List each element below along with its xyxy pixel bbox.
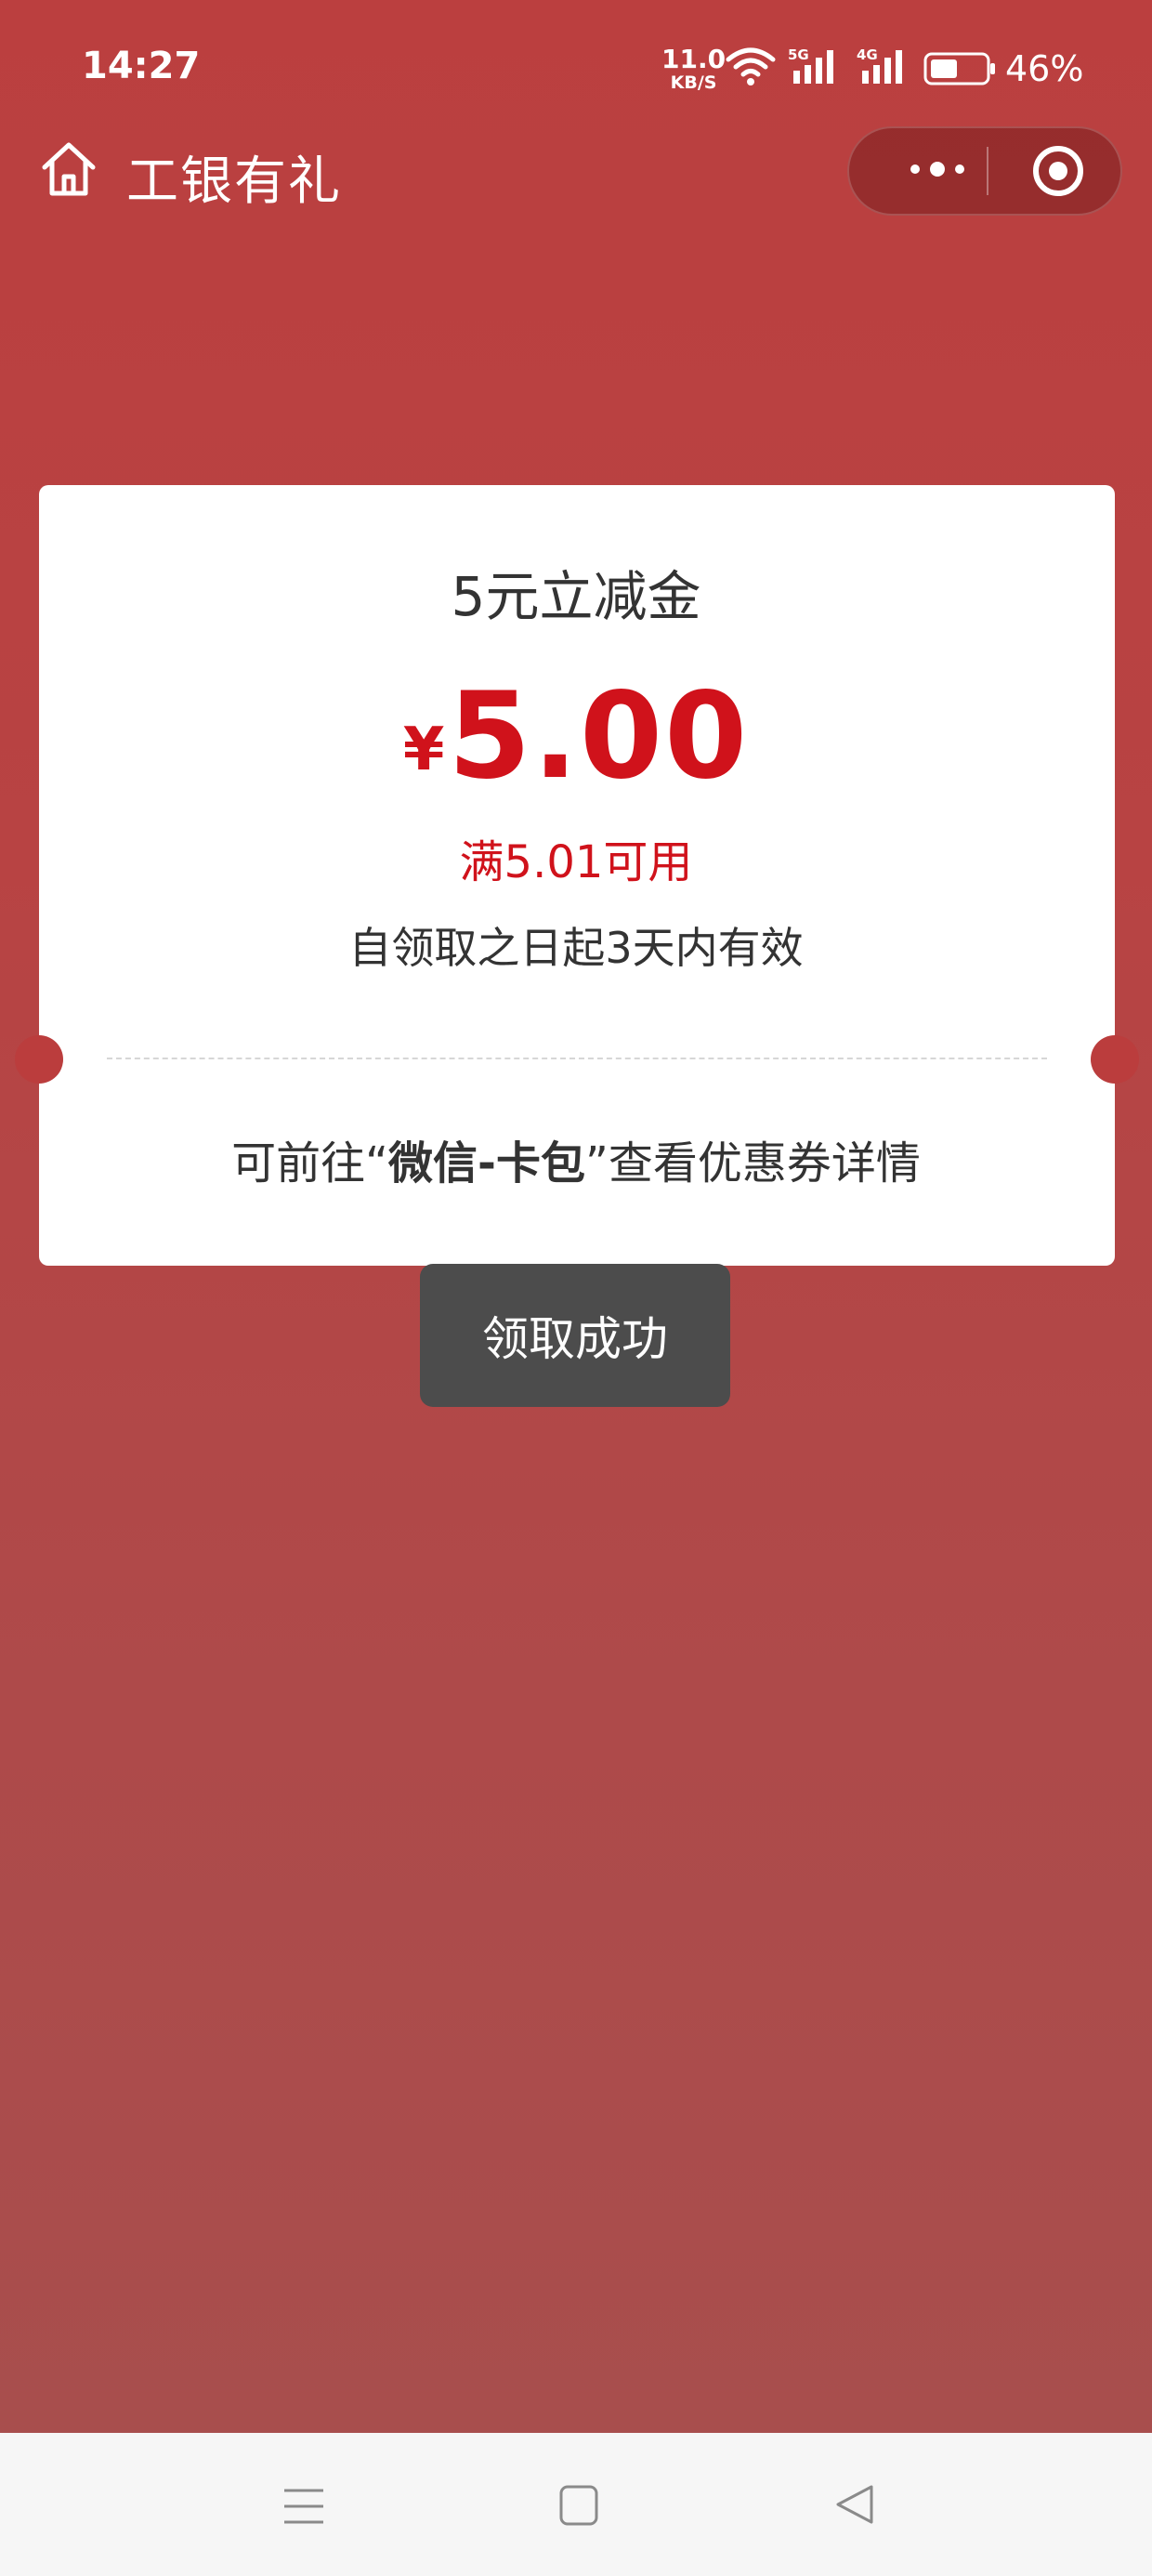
battery-icon (923, 52, 998, 89)
mini-program-capsule (847, 126, 1122, 216)
home-square-icon[interactable] (557, 2483, 600, 2531)
home-icon[interactable] (39, 139, 98, 203)
coupon-validity: 自领取之日起3天内有效 (348, 923, 804, 973)
coupon-notch-right (1091, 1035, 1139, 1084)
svg-text:5G: 5G (788, 46, 809, 63)
page-title: 工银有礼 (126, 151, 342, 212)
hint-suffix: ”查看优惠券详情 (584, 1137, 921, 1189)
coupon-hint: 可前往“微信-卡包”查看优惠券详情 (0, 1126, 1152, 1191)
signal-4g-icon: 4G (857, 46, 912, 89)
back-triangle-icon[interactable] (832, 2481, 877, 2531)
battery-percent: 46% (1005, 48, 1084, 89)
target-icon (1030, 146, 1086, 203)
coupon-name: 5元立减金 (451, 565, 701, 628)
amount-value: 5.00 (448, 667, 750, 806)
capsule-divider (987, 147, 988, 195)
system-navigation-bar (0, 2433, 1152, 2576)
wifi-icon (725, 46, 777, 89)
success-toast: 领取成功 (420, 1264, 730, 1407)
coupon-notch-left (15, 1035, 63, 1084)
hint-card-pack: 微信-卡包 (388, 1137, 585, 1189)
more-icon (908, 160, 967, 182)
svg-text:4G: 4G (857, 46, 878, 63)
more-button[interactable] (886, 128, 988, 214)
hint-prefix: 可前往“ (231, 1137, 389, 1189)
status-time: 14:27 (82, 45, 201, 87)
coupon-divider (107, 1058, 1047, 1059)
coupon-amount: ¥5.00 (0, 667, 1152, 806)
currency-symbol: ¥ (402, 716, 445, 784)
network-speed: 11.0 KB/S (661, 46, 726, 92)
status-bar: 14:27 11.0 KB/S 5G 4G 46% (0, 0, 1152, 139)
coupon-condition: 满5.01可用 (459, 836, 693, 888)
network-speed-unit: KB/S (670, 72, 717, 93)
close-button[interactable] (1030, 143, 1086, 203)
signal-5g-icon: 5G (788, 46, 844, 89)
network-speed-value: 11.0 (661, 44, 727, 74)
menu-icon[interactable] (281, 2485, 327, 2531)
